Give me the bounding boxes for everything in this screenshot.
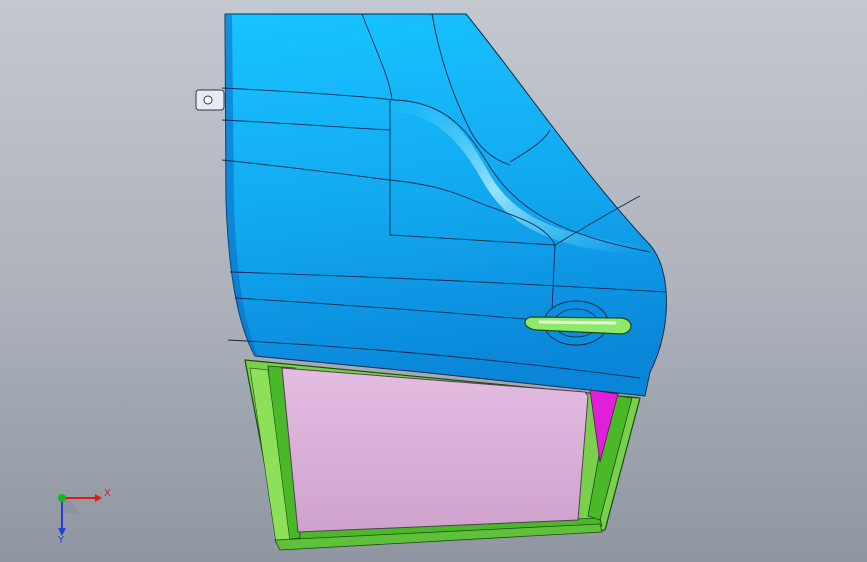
hinge-tab[interactable] — [195, 89, 225, 111]
z-axis-label: Y — [57, 535, 65, 544]
coordinate-triad: X Y — [57, 488, 111, 544]
y-axis-icon — [58, 494, 66, 502]
x-axis-label: X — [104, 488, 111, 499]
graphics-viewport[interactable]: X Y — [0, 0, 867, 562]
car-door-model[interactable] — [0, 0, 867, 562]
window-glass — [281, 367, 589, 533]
